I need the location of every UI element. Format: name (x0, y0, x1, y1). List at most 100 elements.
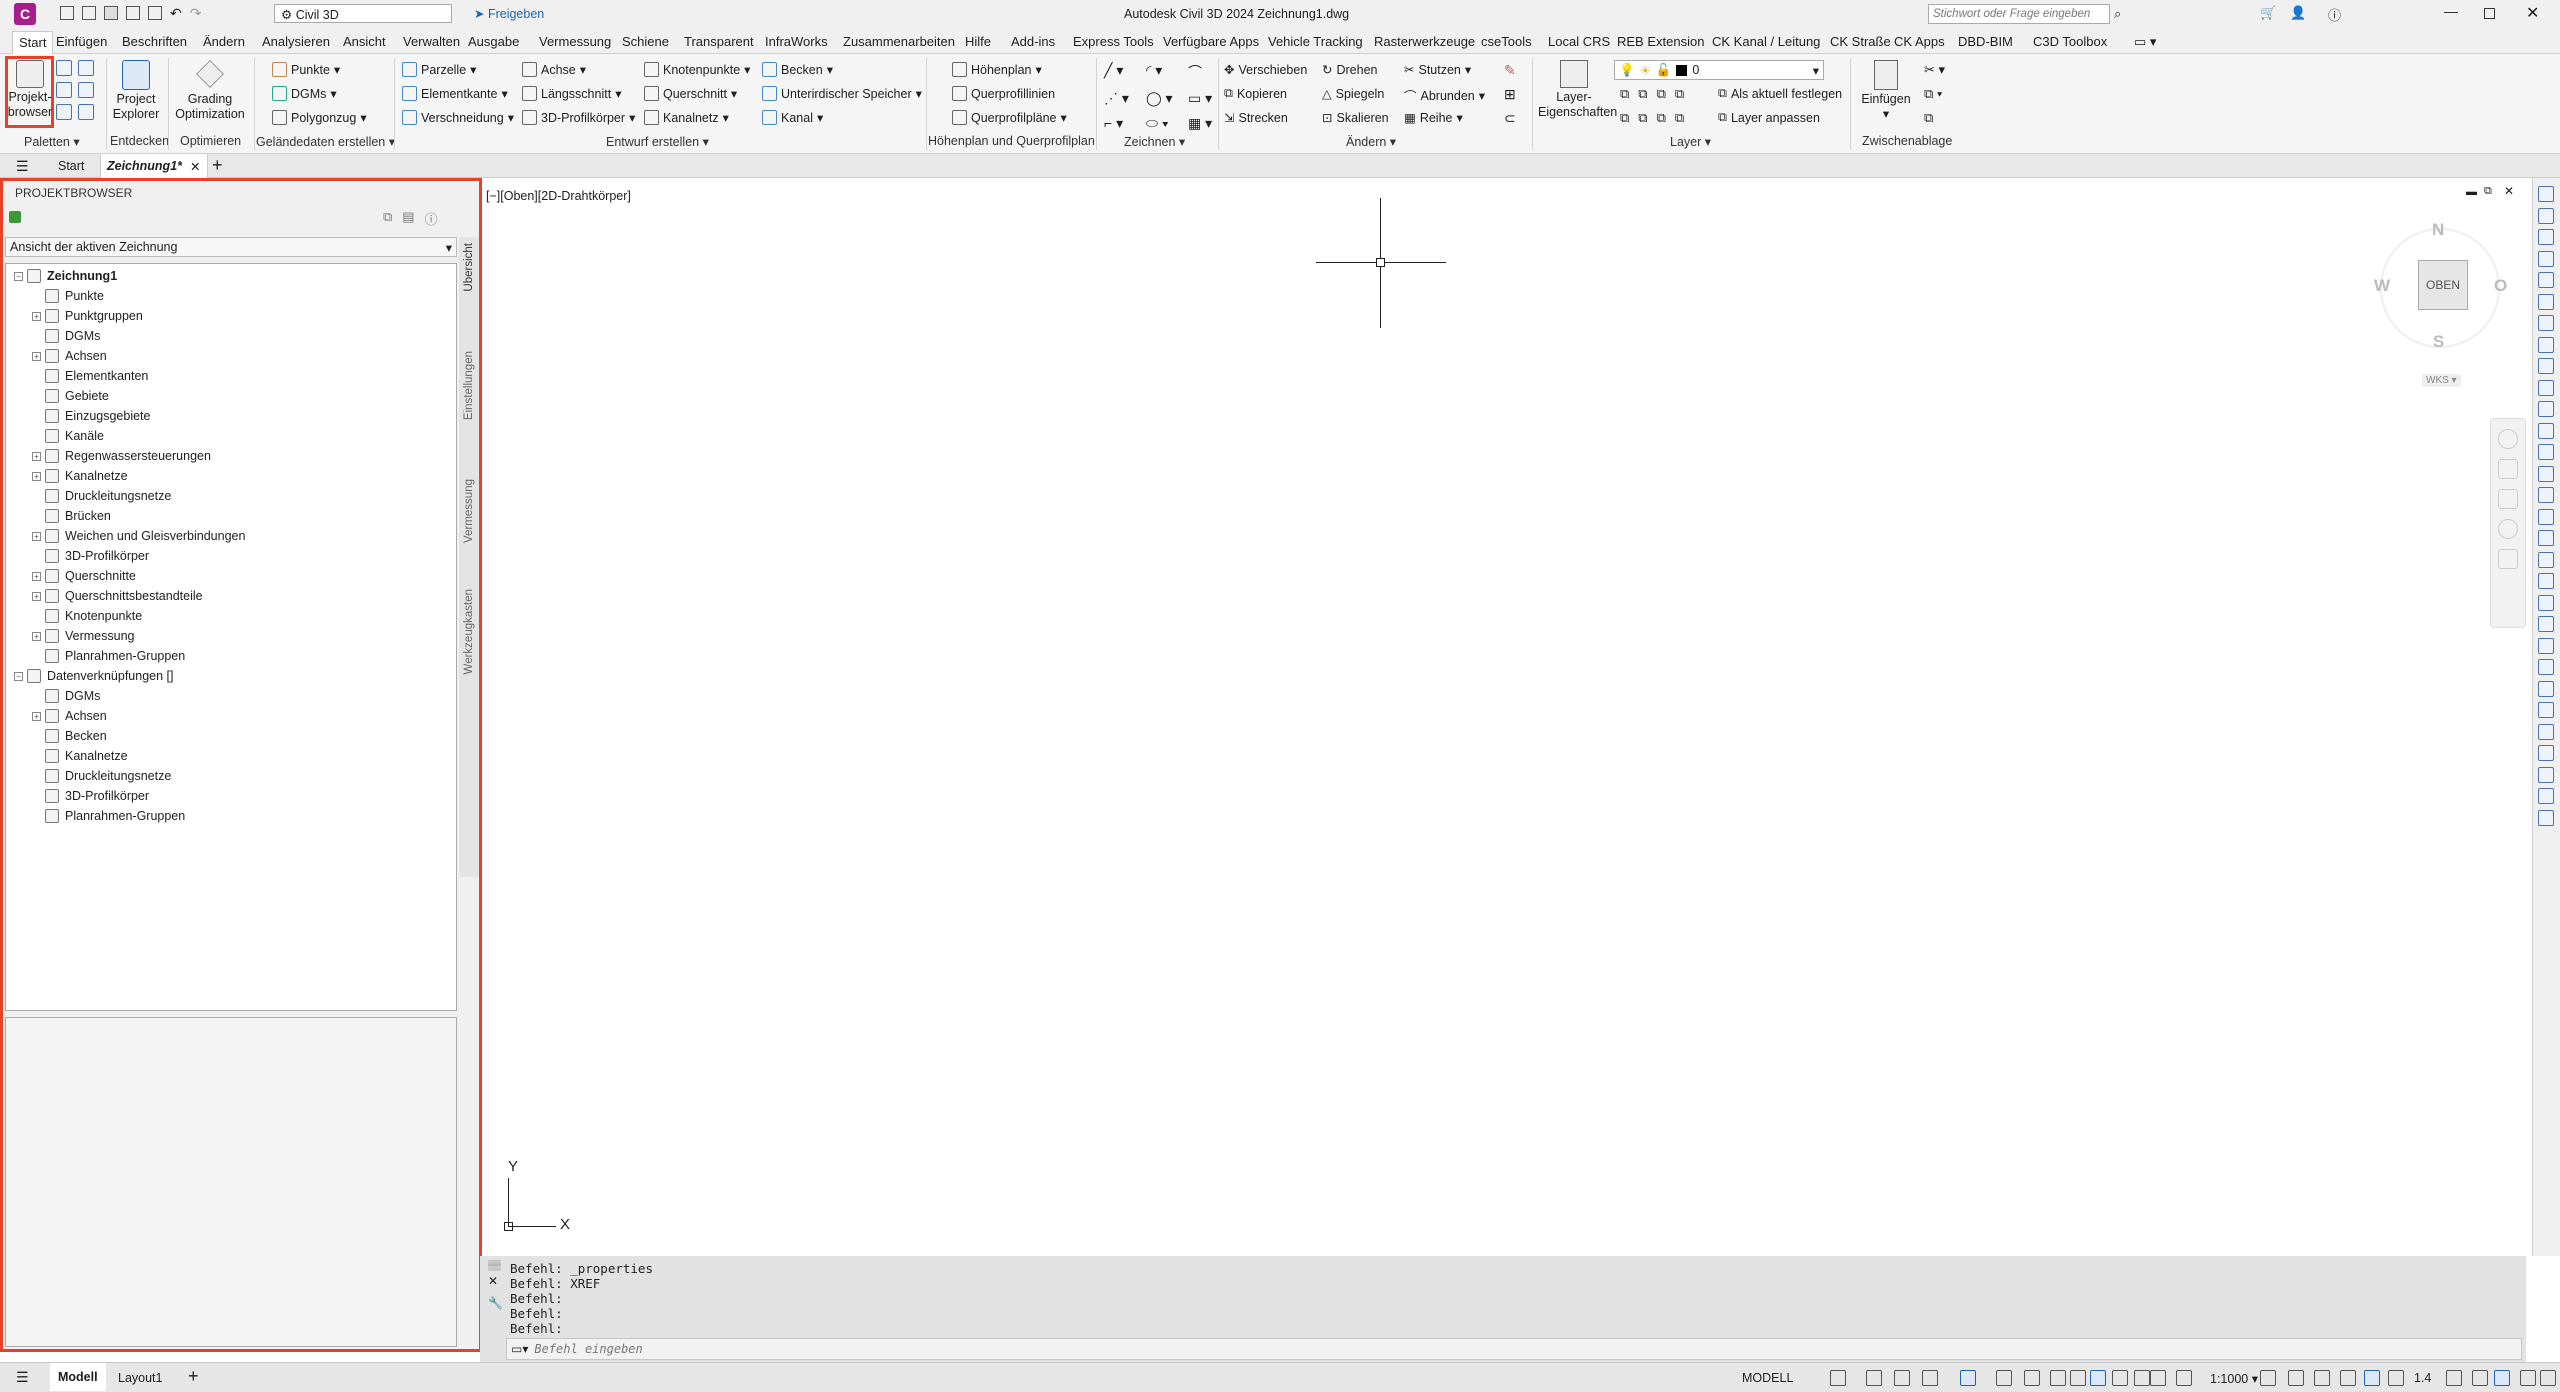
tree-item[interactable]: Brücken (32, 506, 111, 526)
right-tool-icon[interactable] (2538, 358, 2554, 374)
ribbon-tab-16[interactable]: Verfügbare Apps (1163, 34, 1259, 49)
tree-item[interactable]: + Querschnitte (32, 566, 136, 586)
status-toggle-icon[interactable] (2364, 1370, 2380, 1386)
right-tool-icon[interactable] (2538, 293, 2554, 310)
tree-item[interactable]: DGMs (32, 326, 100, 346)
profilkoerper-button[interactable]: 3D-Profilkörper ▾ (522, 110, 635, 125)
grading-optimization-button[interactable]: Grading Optimization (172, 60, 248, 122)
undo-icon[interactable]: ↶ (170, 6, 182, 20)
status-toggle-icon[interactable] (2388, 1370, 2404, 1386)
viewport-minimize-icon[interactable]: ▬ (2466, 186, 2477, 198)
einfuegen-button[interactable]: Einfügen ▾ (1856, 60, 1916, 122)
layout1-tab[interactable]: Layout1 (118, 1371, 162, 1385)
ribbon-tab-20[interactable]: Local CRS (1548, 34, 1610, 49)
unterirdischer-speicher-button[interactable]: Unterirdischer Speicher ▾ (762, 86, 922, 101)
right-tool-icon[interactable] (2538, 487, 2554, 503)
drawing-area[interactable]: PROJEKTBROWSER ⧉ ▤ ⓘ Ansicht der aktiven Z… (0, 178, 2560, 1352)
layer-eigenschaften-button[interactable]: Layer- Eigenschaften (1538, 60, 1617, 120)
palette-tool2-icon[interactable]: ▤ (402, 209, 414, 228)
status-toggle-icon[interactable] (2520, 1370, 2536, 1386)
view-select[interactable]: Ansicht der aktiven Zeichnung ▾ (5, 237, 457, 257)
right-tool-icon[interactable] (2538, 530, 2554, 546)
tree-item[interactable]: Knotenpunkte (32, 606, 142, 626)
tree-item[interactable]: Planrahmen-Gruppen (32, 806, 185, 826)
strecken-button[interactable]: ⇲ Strecken (1224, 110, 1288, 126)
properties-icon[interactable] (56, 82, 72, 98)
viewport-label[interactable]: [−][Oben][2D-Drahtkörper] (486, 189, 631, 203)
hoehenplan-button[interactable]: Höhenplan ▾ (952, 62, 1042, 77)
ribbon-tab-18[interactable]: Rasterwerkzeuge (1374, 34, 1475, 49)
status-toggle-icon[interactable] (2150, 1370, 2166, 1386)
circle-icon[interactable]: ◯ ▾ (1146, 90, 1188, 107)
erase-icon[interactable]: ✎ (1504, 62, 1516, 79)
zoom-extents-icon[interactable] (2498, 489, 2518, 509)
right-tool-icon[interactable] (2538, 702, 2554, 718)
abrunden-button[interactable]: ⌒ Abrunden ▾ (1404, 86, 1485, 105)
status-toggle-icon[interactable] (2112, 1370, 2128, 1386)
punkte-button[interactable]: Punkte ▾ (272, 62, 340, 77)
ribbon-tab-5[interactable]: Ansicht (343, 34, 386, 49)
right-tool-icon[interactable] (2538, 745, 2554, 761)
new-file-icon[interactable] (60, 6, 74, 20)
layout-menu-icon[interactable]: ☰ (16, 1369, 29, 1386)
kanal-button[interactable]: Kanal ▾ (762, 110, 823, 125)
explode-icon[interactable]: ⊞ (1504, 86, 1516, 103)
ribbon-tab-23[interactable]: CK Straße (1830, 34, 1891, 49)
tree-item[interactable]: Kanäle (32, 426, 104, 446)
ellipse-icon[interactable]: ⬭ ▾ (1146, 115, 1188, 132)
right-tool-icon[interactable] (2538, 766, 2554, 783)
steering-wheel-icon[interactable] (2498, 429, 2518, 449)
elementkante-button[interactable]: Elementkante ▾ (402, 86, 508, 101)
ribbon-tab-1[interactable]: Einfügen (56, 34, 107, 49)
ribbon-tab-13[interactable]: Hilfe (965, 34, 991, 49)
tree-item[interactable]: 3D-Profilkörper (32, 546, 149, 566)
viewport-restore-icon[interactable]: ⧉ (2484, 185, 2492, 198)
querprofilplaene-button[interactable]: Querprofilpläne ▾ (952, 110, 1067, 125)
achse-button[interactable]: Achse ▾ (522, 62, 586, 77)
expand-icon[interactable]: + (32, 471, 41, 481)
verschieben-button[interactable]: ✥ Verschieben (1224, 62, 1307, 78)
status-toggle-icon[interactable] (2314, 1370, 2330, 1386)
tree-item[interactable]: Druckleitungsnetze (32, 486, 171, 506)
viewport-close-icon[interactable]: ✕ (2504, 184, 2514, 198)
copy-clip-icon[interactable]: ⧉ ▾ (1924, 86, 1945, 102)
ribbon-tab-0[interactable]: Start (12, 31, 54, 54)
sheet-set-icon[interactable] (78, 104, 94, 120)
tree-root[interactable]: − Zeichnung1 (14, 266, 117, 286)
status-toggle-icon[interactable] (2494, 1370, 2510, 1386)
panel-title-zeichnen[interactable]: Zeichnen ▾ (1124, 134, 1185, 149)
projektbrowser-button[interactable]: Projekt- browser (7, 60, 53, 120)
right-tool-icon[interactable] (2538, 551, 2554, 568)
ribbon-tab-4[interactable]: Analysieren (262, 34, 330, 49)
tree-item[interactable]: Druckleitungsnetze (32, 766, 171, 786)
cut-icon[interactable]: ✂ ▾ (1924, 62, 1945, 78)
right-tool-icon[interactable] (2538, 616, 2554, 632)
querschnitt-button[interactable]: Querschnitt ▾ (644, 86, 737, 101)
add-layout-button[interactable]: + (188, 1366, 199, 1387)
side-tab-werkzeugkasten[interactable]: Werkzeugkasten (463, 589, 475, 674)
panel-title-gelaende[interactable]: Geländedaten erstellen ▾ (256, 134, 395, 149)
status-toggle-icon[interactable] (2540, 1370, 2556, 1386)
toolspace-icon[interactable] (78, 60, 94, 76)
side-tab-einstellungen[interactable]: Einstellungen (463, 351, 475, 420)
tool-palette-icon[interactable] (56, 60, 72, 76)
right-tool-icon[interactable] (2538, 637, 2554, 654)
kopieren-button[interactable]: ⧉ Kopieren (1224, 86, 1287, 101)
close-button[interactable]: ✕ (2526, 3, 2539, 23)
kanalnetz-button[interactable]: Kanalnetz ▾ (644, 110, 729, 125)
side-tab-uebersicht[interactable]: Übersicht (463, 243, 475, 292)
save-icon[interactable] (104, 6, 118, 20)
drehen-button[interactable]: ↻ Drehen (1322, 62, 1377, 78)
print-icon[interactable] (148, 6, 162, 20)
right-tool-icon[interactable] (2538, 229, 2554, 245)
expand-icon[interactable]: − (14, 671, 23, 681)
expand-icon[interactable]: + (32, 351, 41, 361)
tree-item[interactable]: DGMs (32, 686, 100, 706)
right-tool-icon[interactable] (2538, 659, 2554, 675)
right-tool-icon[interactable] (2538, 465, 2554, 482)
command-input[interactable]: ▭▾ Befehl eingeben (506, 1338, 2522, 1360)
pan-icon[interactable] (2498, 459, 2518, 479)
share-button[interactable]: ➤ Freigeben (474, 6, 544, 21)
status-toggle-icon[interactable] (2472, 1370, 2488, 1386)
becken-button[interactable]: Becken ▾ (762, 62, 833, 77)
